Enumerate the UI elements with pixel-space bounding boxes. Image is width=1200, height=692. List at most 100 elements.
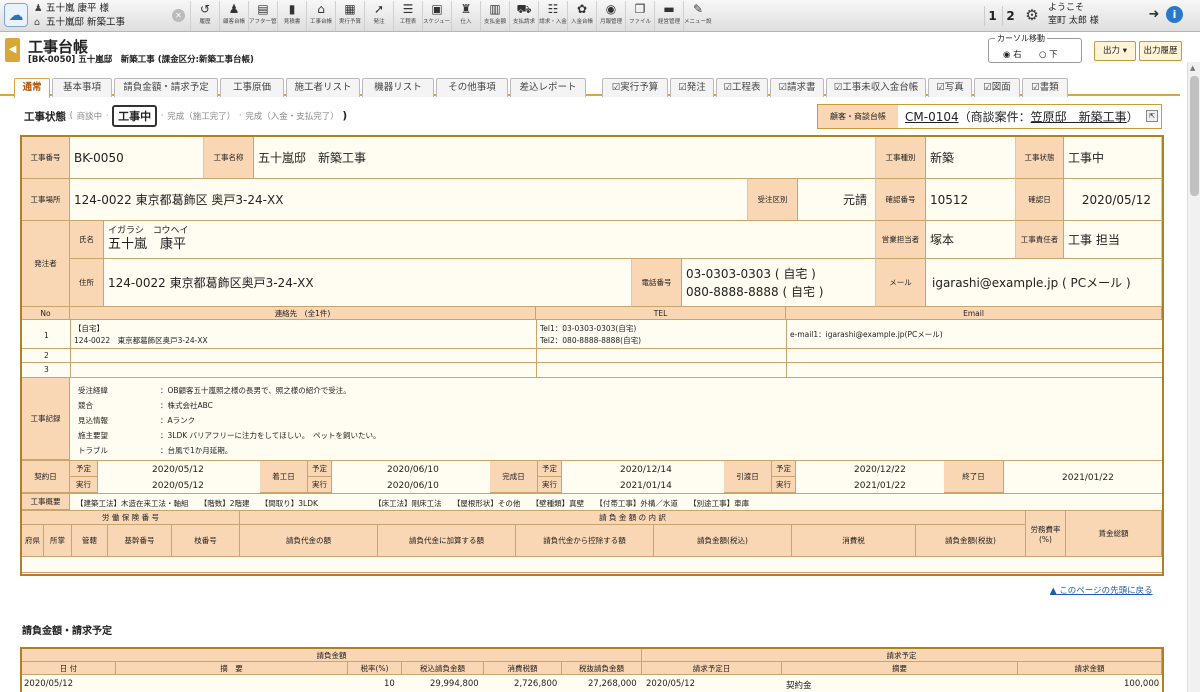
- customer-deal-label: 顧客・商談台帳: [818, 105, 898, 128]
- toolbar-label: 発注: [373, 19, 385, 25]
- tab-5[interactable]: 機器リスト: [362, 78, 434, 97]
- current-customer[interactable]: ♟ 五十嵐 康平 様 ⌂ 五十嵐邸 新築工事: [34, 2, 184, 30]
- page-scrollbar[interactable]: ▲: [1187, 62, 1200, 692]
- cursor-right-radio[interactable]: ◉ 右: [1003, 48, 1022, 60]
- tab-1[interactable]: 基本事項: [52, 78, 112, 97]
- status-completed-payment[interactable]: 完成（入金・支払完了）: [245, 110, 339, 122]
- record-key: 見込情報: [78, 416, 108, 425]
- gear-icon[interactable]: ⚙: [1022, 5, 1042, 25]
- toolbar-label: アフター管理: [249, 19, 277, 25]
- tab-10[interactable]: ☑工程表: [716, 78, 768, 97]
- output-history-button[interactable]: 出力履歴: [1139, 41, 1182, 61]
- end-date-label: 終了日: [944, 461, 1004, 493]
- tel-cell: 03-0303-0303 ( 自宅 ) 080-8888-8888 ( 自宅 ): [682, 259, 876, 307]
- tab-11[interactable]: ☑請求書: [770, 78, 824, 97]
- tab-9[interactable]: ☑発注: [670, 78, 714, 97]
- customer-deal-text2: ）: [1126, 110, 1139, 124]
- tab-6[interactable]: その他事項: [436, 78, 508, 97]
- user-name: 室町 太郎 様: [1048, 16, 1099, 26]
- info-icon[interactable]: i: [1166, 6, 1183, 23]
- toolbar-button[interactable]: ▥ 支払金額: [480, 1, 509, 31]
- project-no-label: 工事番号: [22, 137, 70, 179]
- close-icon[interactable]: ✕: [172, 9, 185, 22]
- ins-jurisdiction-header: 所掌: [44, 525, 72, 557]
- project-state-label: 工事状態: [1016, 137, 1064, 179]
- house-icon: ⌂: [34, 17, 41, 28]
- toolbar-button[interactable]: ✎ メニュー設定: [683, 1, 712, 31]
- billing-row-plan-amount: 100,000: [1124, 679, 1160, 689]
- tab-8[interactable]: ☑実行予算: [602, 78, 668, 97]
- tab-7[interactable]: 差込レポート: [510, 78, 586, 97]
- tab-12[interactable]: ☑工事未収入金台帳: [826, 78, 926, 97]
- contract-breakdown-header: 請 負 金 額 の 内 訳: [240, 511, 1026, 525]
- tab-2[interactable]: 請負金額・請求予定: [114, 78, 218, 97]
- toolbar-button[interactable]: ✿ 入金台帳: [567, 1, 596, 31]
- output-button[interactable]: 出力 ▾: [1094, 41, 1136, 61]
- window-1-button[interactable]: 1: [984, 6, 1000, 26]
- toolbar-label: 経営管理: [657, 19, 680, 25]
- contact-row-2-no: 2: [44, 351, 49, 360]
- tab-0[interactable]: 通常: [14, 78, 50, 98]
- tel-label: 電話番号: [632, 259, 682, 307]
- page-top-link[interactable]: ▲ このページの先頭に戻る: [1050, 584, 1153, 596]
- toolbar-button[interactable]: ♜ 仕入: [451, 1, 480, 31]
- toolbar-button[interactable]: ☰ 工程表: [393, 1, 422, 31]
- project-detail-table: 工事番号 BK-0050 工事名称 五十嵐邸 新築工事 工事種別 新築 工事状態…: [20, 135, 1164, 576]
- external-link-icon[interactable]: ⇱: [1146, 110, 1158, 122]
- toolbar-button[interactable]: ⛟ 支払請求: [509, 1, 538, 31]
- scroll-up-icon[interactable]: ▲: [1190, 64, 1195, 72]
- col-incl: 税込請負金額: [402, 662, 484, 675]
- project-name: 五十嵐邸 新築工事: [46, 17, 126, 28]
- home-icon[interactable]: ☁: [4, 3, 28, 27]
- project-name-label: 工事名称: [204, 137, 254, 179]
- contract-deduct-header: 請負代金から控除する額: [516, 525, 654, 557]
- toolbar-button[interactable]: ♟ 顧客台帳: [219, 1, 248, 31]
- toolbar-button[interactable]: ◉ 月報管理: [596, 1, 625, 31]
- tab-bar: 通常 基本事項 請負金額・請求予定 工事原価 施工者リスト 機器リスト その他事項 差込レポー…: [0, 76, 1180, 98]
- project-place-value: 124-0022 東京都葛飾区 奥戸3-24-XX: [70, 179, 748, 221]
- cursor-down-radio[interactable]: ○ 下: [1039, 48, 1058, 60]
- window-2-button[interactable]: 2: [1002, 6, 1018, 26]
- tab-13[interactable]: ☑写真: [928, 78, 972, 97]
- status-negotiating[interactable]: 商談中: [77, 110, 103, 122]
- toolbar-button[interactable]: ☷ 請求・入金: [538, 1, 567, 31]
- complete-plan-label: 予定: [538, 461, 562, 477]
- billing-row-excl: 27,268,000: [588, 679, 637, 689]
- tel1: 03-0303-0303 ( 自宅 ): [686, 266, 816, 281]
- billing-row-plan-date: 2020/05/12: [646, 679, 695, 689]
- toolbar-button[interactable]: ▮ 見積書: [277, 1, 306, 31]
- tab-4[interactable]: 施工者リスト: [286, 78, 360, 97]
- customer-deal-code-link[interactable]: CM-0104: [905, 110, 959, 124]
- logout-icon[interactable]: ➜: [1145, 6, 1163, 24]
- tab-3[interactable]: 工事原価: [220, 78, 284, 97]
- tab-14[interactable]: ☑図面: [974, 78, 1020, 97]
- back-button[interactable]: ◀: [5, 38, 20, 62]
- toolbar-button[interactable]: ❐ ファイル: [625, 1, 654, 31]
- toolbar-button[interactable]: ↺ 履歴: [190, 1, 219, 31]
- scrollbar-thumb[interactable]: [1190, 76, 1199, 196]
- tab-15[interactable]: ☑書類: [1022, 78, 1068, 97]
- contract-add-header: 請負代金に加算する額: [378, 525, 516, 557]
- cursor-down-label: 下: [1049, 50, 1058, 60]
- responsible-value: 工事 担当: [1064, 221, 1162, 259]
- toolbar-button[interactable]: ⌂ 工事台帳: [306, 1, 335, 31]
- toolbar-button[interactable]: ➚ 発注: [364, 1, 393, 31]
- start-actual-label: 実行: [308, 477, 332, 493]
- toolbar-button[interactable]: ▤ アフター管理: [248, 1, 277, 31]
- toolbar-button[interactable]: ▣ スケジュール: [422, 1, 451, 31]
- orderer-name-cell: イガラシ コウヘイ 五十嵐 康平: [104, 221, 876, 259]
- record-value: ：OB顧客五十嵐照之様の長男で、照之様の紹介で受注。: [160, 386, 351, 395]
- status-in-progress[interactable]: 工事中: [112, 105, 158, 127]
- toolbar-label: 見積書: [283, 19, 301, 25]
- toolbar-icon: ▥: [489, 2, 501, 16]
- deal-link[interactable]: 笠原邸 新築工事: [1031, 110, 1127, 124]
- status-completed-construction[interactable]: 完成（施工完了）: [167, 110, 235, 122]
- record-value: ：3LDK バリアフリーに注力をしてほしい。 ペットを飼いたい。: [160, 431, 381, 440]
- toolbar-button[interactable]: ▦ 実行予算: [335, 1, 364, 31]
- billing-row-rate: 10: [384, 679, 395, 689]
- toolbar-icon: ☷: [547, 2, 559, 16]
- confirm-date-value: 2020/05/12: [1064, 179, 1162, 221]
- customer-deal-text1: （商談案件：: [958, 110, 1031, 124]
- toolbar-icon: ♜: [460, 2, 472, 16]
- toolbar-button[interactable]: ▬ 経営管理: [654, 1, 683, 31]
